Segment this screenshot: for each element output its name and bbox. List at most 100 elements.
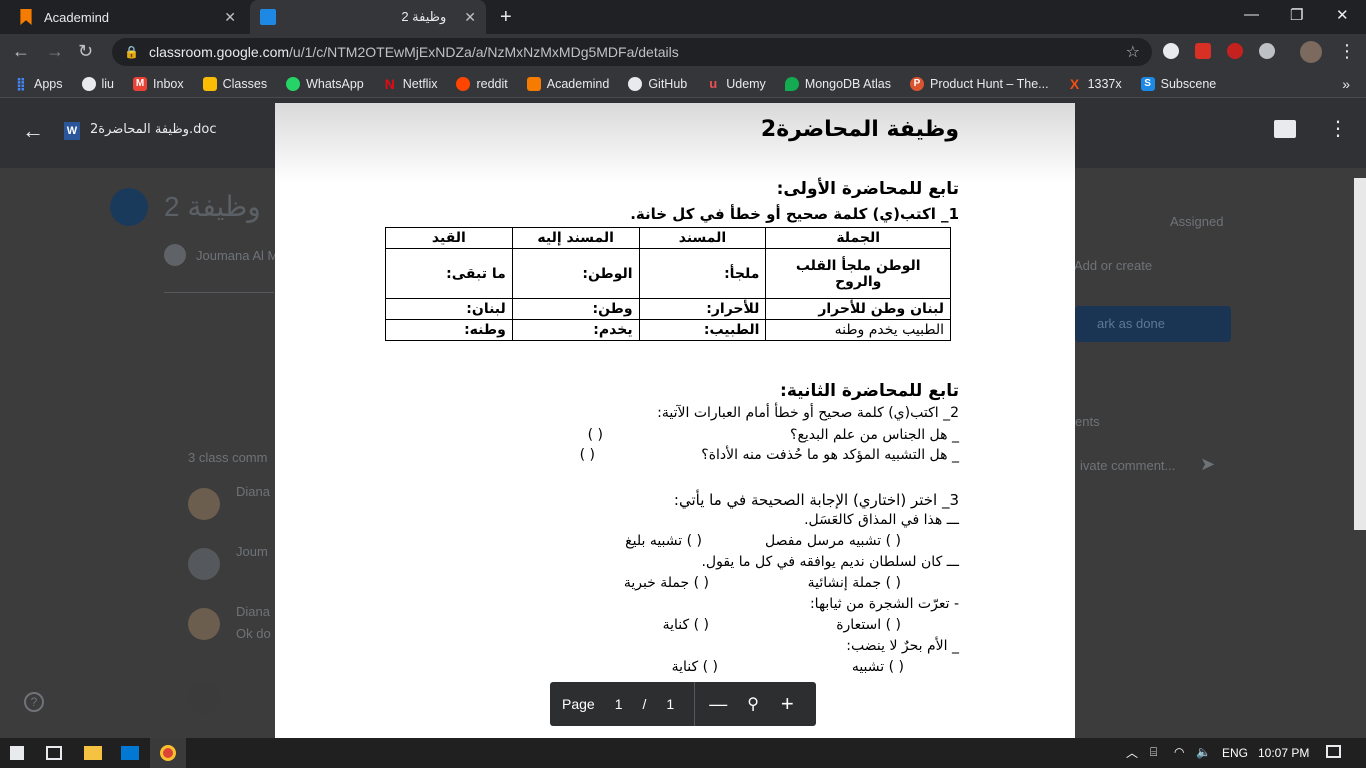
leaf-icon [784,76,799,91]
x-icon: X [1069,75,1080,92]
question-2: 2_ اكتب(ي) كلمة صحيح أو خطأ أمام العبارا… [657,405,959,421]
apps-icon: ⣿ [15,75,27,91]
more-options-icon[interactable]: ⋮ [1328,116,1348,141]
chrome-icon[interactable] [150,738,186,768]
header-shade [275,103,1075,183]
extension-icon[interactable] [1163,43,1179,59]
extension-icon[interactable] [1259,43,1275,59]
table-cell: الوطن ملجأ القلب والروح [765,248,951,299]
answer-table: الجملة المسند المسند إليه القيد الوطن مل… [385,227,951,341]
zoom-in-icon[interactable]: + [781,691,794,717]
tab-academind[interactable]: Academind ✕ [8,0,246,34]
windows-start-icon[interactable] [10,746,24,760]
print-icon[interactable] [1274,120,1296,138]
bookmark-mongodb[interactable]: MongoDB Atlas [784,76,891,91]
avatar[interactable] [1300,41,1322,63]
help-icon[interactable]: ? [24,692,44,712]
file-name: وظيفة المحاضرة2.doc [90,122,217,137]
bookmarks-bar: ⣿ Apps liu M Inbox Classes WhatsApp N Netfl… [0,70,1366,98]
page-total: 1 [666,696,675,712]
avatar [188,682,220,714]
globe-icon [81,76,96,91]
bookmark-icon [20,9,32,25]
table-cell: الطبيب يخدم وطنه [765,319,951,341]
volume-icon[interactable]: 🔈 [1196,745,1211,759]
minimize-icon[interactable]: — [1244,6,1259,23]
page-area: وظيفة 2 Joumana Al M 3 class comm Diana … [0,98,1366,738]
menu-icon[interactable]: ⋮ [1338,41,1356,62]
option: ( ) جملة خبرية [623,575,709,591]
document-title: وظيفة المحاضرة2 [760,117,959,142]
option: ( ) تشبيه بليغ [625,533,702,549]
bookmark-academind[interactable]: Academind [526,76,609,91]
answer-blank: ( ) [579,447,595,463]
bookmark-1337x[interactable]: X 1337x [1068,77,1122,91]
bookmark-udemy[interactable]: u Udemy [706,75,766,91]
maximize-icon[interactable]: ❐ [1290,6,1303,24]
task-view-icon[interactable] [46,746,62,760]
statement: _ هل التشبيه المؤكد هو ما حُذفت منه الأد… [701,447,959,463]
more-bookmarks-icon[interactable]: » [1342,76,1350,92]
option: ( ) تشبيه [851,659,904,675]
window-close-icon[interactable]: ✕ [1336,6,1349,24]
table-cell: لبنان: [385,298,513,320]
scrollbar[interactable] [1354,178,1366,530]
language-indicator[interactable]: ENG [1222,746,1248,760]
address-bar[interactable]: 🔒 classroom.google.com/u/1/c/NTM2OTEwMjE… [112,38,1152,66]
star-icon[interactable]: ☆ [1126,42,1140,62]
tab-assignment[interactable]: وظيفة 2 ✕ [250,0,486,34]
new-tab-icon[interactable]: + [500,6,512,29]
mark-done-button[interactable]: ark as done [1075,306,1231,342]
bookmark-producthunt[interactable]: P Product Hunt – The... [909,76,1049,91]
table-row: الوطن ملجأ القلب والروح ملجأ: الوطن: ما … [385,248,951,299]
private-comment-input[interactable]: ivate comment... [1080,458,1175,473]
extension-icon[interactable] [1227,43,1243,59]
bookmark-liu[interactable]: liu [81,76,114,91]
bookmark-apps[interactable]: ⣿ Apps [14,75,63,91]
question-3: 3_ اختر (اختاري) الإجابة الصحيحة في ما ي… [673,491,959,509]
close-icon[interactable]: ✕ [464,9,476,26]
notifications-icon[interactable] [1326,745,1341,758]
table-cell: وطن: [511,298,640,320]
file-explorer-icon[interactable] [84,746,102,760]
send-icon[interactable]: ➤ [1200,454,1215,475]
bookmark-whatsapp[interactable]: WhatsApp [286,76,364,91]
chevron-up-icon[interactable]: ︿ [1126,744,1138,761]
wifi-icon[interactable]: ◠ [1174,745,1184,759]
clock[interactable]: 10:07 PM [1258,746,1309,760]
page-label: Page [562,696,595,712]
zoom-reset-icon[interactable]: ⚲ [747,694,759,714]
url-path: /u/1/c/NTM2OTEwMjExNDZa/a/NzMxNzMxMDg5MD… [289,44,679,60]
table-cell: الوطن: [511,248,640,299]
comment-author: Diana [236,484,270,499]
bookmark-subscene[interactable]: S Subscene [1140,76,1216,91]
avatar [188,548,220,580]
mail-icon[interactable] [121,746,139,760]
bookmark-github[interactable]: GitHub [628,76,687,91]
table-row: الطبيب يخدم وطنه الطبيب: يخدم: وطنه: [385,319,951,341]
network-icon[interactable]: ⌸ [1150,745,1157,760]
bookmark-netflix[interactable]: N Netflix [383,77,438,91]
reload-icon[interactable]: ↻ [78,41,93,62]
author-name: Joumana Al M [196,248,279,263]
divider [694,682,696,726]
extension-icon[interactable] [1195,43,1211,59]
divider [164,292,274,293]
forward-icon[interactable]: → [46,41,64,62]
classroom-icon [202,76,217,91]
udemy-icon: u [709,75,718,91]
section-heading: تابع للمحاضرة الأولى: [776,179,959,199]
producthunt-icon: P [909,76,924,91]
bookmark-reddit[interactable]: reddit [456,76,508,91]
page-number-input[interactable]: 1 [615,696,623,712]
bookmark-classes[interactable]: Classes [202,76,267,91]
statement: _ هل الجناس من علم البديع؟ [790,427,959,443]
back-arrow-icon[interactable]: ← [22,118,44,144]
close-icon[interactable]: ✕ [224,9,236,26]
bookmark-inbox[interactable]: M Inbox [133,76,184,91]
back-icon[interactable]: ← [12,41,30,62]
word-file-icon: W [64,122,80,140]
table-row: لبنان وطن للأحرار للأحرار: وطن: لبنان: [385,298,951,320]
zoom-out-icon[interactable]: — [709,694,727,715]
add-or-create-button[interactable]: Add or create [1074,258,1152,273]
